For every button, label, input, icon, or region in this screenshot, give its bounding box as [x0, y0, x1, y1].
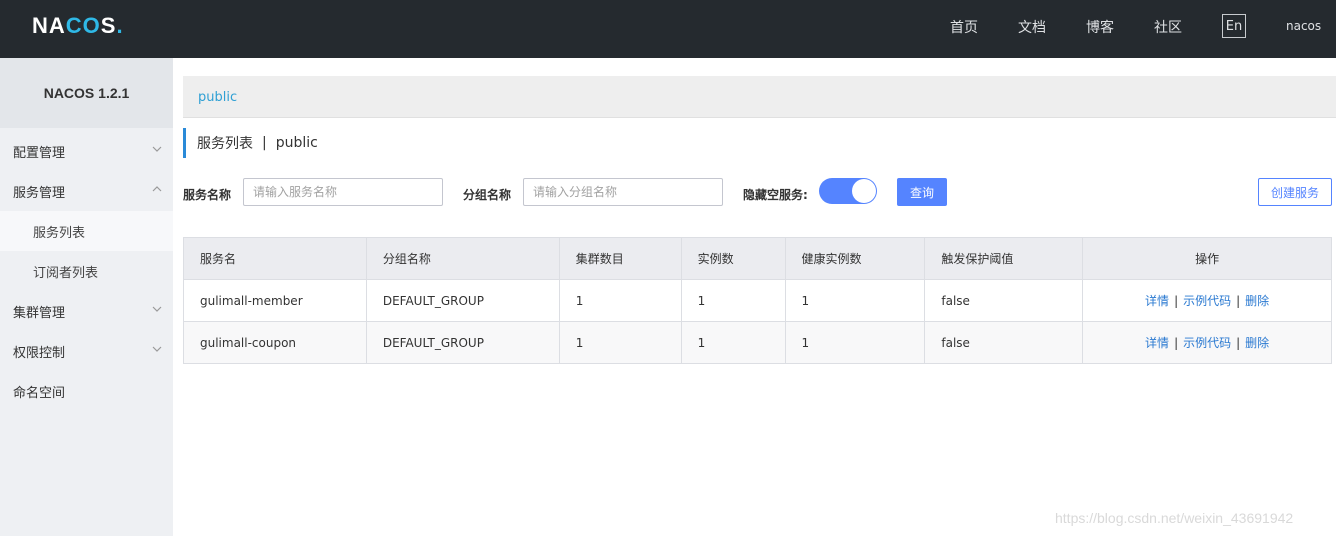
language-switch-button[interactable]: En: [1222, 14, 1246, 38]
sample-code-link[interactable]: 示例代码: [1183, 294, 1231, 308]
top-navbar: NA CO S. 首页 文档 博客 社区 En nacos: [0, 0, 1336, 58]
sidebar-item-service-list[interactable]: 服务列表: [0, 211, 173, 251]
sidebar-item-cluster-management[interactable]: 集群管理: [0, 291, 173, 331]
cell-healthy-count: 1: [784, 279, 926, 322]
column-header-instance-count: 实例数: [680, 237, 786, 280]
sidebar-item-service-management[interactable]: 服务管理: [0, 171, 173, 211]
nav-blog[interactable]: 博客: [1086, 17, 1114, 37]
group-name-input[interactable]: [523, 178, 723, 206]
column-header-group-name: 分组名称: [365, 237, 560, 280]
hide-empty-switch[interactable]: [819, 178, 877, 204]
page-title-separator: |: [262, 135, 267, 151]
op-separator: |: [1236, 336, 1241, 350]
namespace-link-public[interactable]: public: [198, 90, 237, 105]
page-title-namespace: public: [275, 135, 318, 151]
table-row: gulimall-member DEFAULT_GROUP 1 1 1 fals…: [183, 279, 1332, 322]
chevron-up-icon: [152, 186, 162, 192]
cell-service-name: gulimall-coupon: [183, 321, 367, 364]
sidebar-item-config-management[interactable]: 配置管理: [0, 131, 173, 171]
cell-group-name: DEFAULT_GROUP: [365, 279, 560, 322]
op-separator: |: [1174, 294, 1179, 308]
switch-knob: [852, 179, 876, 203]
sidebar-item-subscriber-list[interactable]: 订阅者列表: [0, 251, 173, 291]
sidebar-item-label: 命名空间: [13, 385, 66, 401]
sidebar: NACOS 1.2.1 配置管理 服务管理 服务列表 订阅者列表 集群管理 权限…: [0, 58, 173, 536]
service-name-label: 服务名称: [183, 188, 232, 202]
query-button[interactable]: 查询: [897, 178, 947, 206]
sidebar-item-label: 集群管理: [13, 305, 66, 321]
nav-home[interactable]: 首页: [950, 17, 978, 37]
service-name-input[interactable]: [243, 178, 443, 206]
cell-cluster-count: 1: [558, 279, 682, 322]
nacos-logo[interactable]: NA CO S.: [32, 11, 124, 41]
cell-cluster-count: 1: [558, 321, 682, 364]
group-name-label: 分组名称: [463, 188, 512, 202]
cell-protect-threshold: false: [924, 321, 1084, 364]
create-service-button[interactable]: 创建服务: [1258, 178, 1332, 206]
column-header-protect-threshold: 触发保护阈值: [924, 237, 1084, 280]
delete-link[interactable]: 删除: [1245, 336, 1269, 350]
chevron-down-icon: [152, 346, 162, 352]
sidebar-item-label: 服务管理: [13, 185, 66, 201]
op-separator: |: [1236, 294, 1241, 308]
nav-docs[interactable]: 文档: [1018, 17, 1046, 37]
table-header-row: 服务名 分组名称 集群数目 实例数 健康实例数 触发保护阈值 操作: [183, 237, 1332, 280]
column-header-service-name: 服务名: [183, 237, 367, 280]
watermark-text: https://blog.csdn.net/weixin_43691942: [1055, 510, 1294, 526]
namespace-bar: public: [183, 76, 1336, 118]
chevron-down-icon: [152, 306, 162, 312]
chevron-down-icon: [152, 146, 162, 152]
table-row: gulimall-coupon DEFAULT_GROUP 1 1 1 fals…: [183, 321, 1332, 364]
sidebar-item-label: 权限控制: [13, 345, 66, 361]
cell-operations: 详情 | 示例代码 | 删除: [1082, 321, 1332, 364]
detail-link[interactable]: 详情: [1145, 336, 1169, 350]
column-header-healthy-instance-count: 健康实例数: [784, 237, 926, 280]
column-header-operations: 操作: [1082, 237, 1332, 280]
sidebar-item-namespace[interactable]: 命名空间: [0, 371, 173, 411]
sidebar-item-access-control[interactable]: 权限控制: [0, 331, 173, 371]
sidebar-item-label: 服务列表: [33, 225, 86, 241]
cell-instance-count: 1: [680, 279, 786, 322]
cell-service-name: gulimall-member: [183, 279, 367, 322]
sidebar-title: NACOS 1.2.1: [0, 58, 173, 128]
cell-operations: 详情 | 示例代码 | 删除: [1082, 279, 1332, 322]
column-header-cluster-count: 集群数目: [558, 237, 682, 280]
sidebar-item-label: 订阅者列表: [33, 265, 99, 281]
op-separator: |: [1174, 336, 1179, 350]
cell-healthy-count: 1: [784, 321, 926, 364]
delete-link[interactable]: 删除: [1245, 294, 1269, 308]
hide-empty-label: 隐藏空服务:: [743, 188, 808, 202]
page-title-text: 服务列表: [197, 136, 253, 152]
sample-code-link[interactable]: 示例代码: [1183, 336, 1231, 350]
nav-community[interactable]: 社区: [1154, 17, 1182, 37]
cell-protect-threshold: false: [924, 279, 1084, 322]
page-title: 服务列表 | public: [183, 128, 318, 158]
user-menu[interactable]: nacos: [1286, 19, 1321, 33]
service-table: 服务名 分组名称 集群数目 实例数 健康实例数 触发保护阈值 操作 gulima…: [183, 237, 1332, 364]
cell-group-name: DEFAULT_GROUP: [365, 321, 560, 364]
cell-instance-count: 1: [680, 321, 786, 364]
detail-link[interactable]: 详情: [1145, 294, 1169, 308]
sidebar-item-label: 配置管理: [13, 145, 66, 161]
